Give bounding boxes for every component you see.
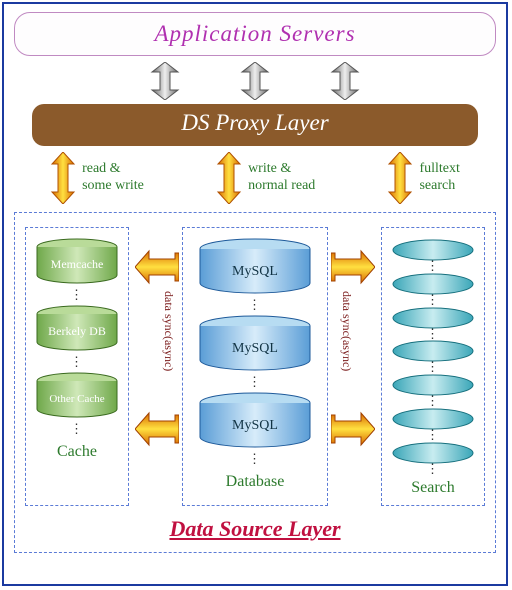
dots-icon: ⋮ — [248, 298, 262, 311]
dots-icon: ⋮ — [70, 288, 84, 301]
search-title: Search — [411, 479, 455, 497]
cylinder-icon: MySQL — [195, 238, 315, 294]
bidir-arrow-gray-icon — [330, 62, 360, 100]
bidir-arrow-orange-icon — [216, 152, 242, 204]
cylinder-icon: Berkely DB — [34, 305, 120, 351]
flow-mid-label: write &normal read — [248, 161, 315, 195]
application-servers-box: Application Servers — [14, 12, 496, 56]
data-source-layer-box: Memcache ⋮ Berkely DB ⋮ Other Cache ⋮ Ca… — [14, 212, 496, 553]
cylinder-icon: Other Cache — [34, 372, 120, 418]
dots-icon: ⋮ — [70, 355, 84, 368]
dots-icon: ⋮ — [426, 431, 440, 439]
bidir-arrow-gray-icon — [150, 62, 180, 100]
cylinder-icon: Memcache — [34, 238, 120, 284]
application-servers-title: Application Servers — [15, 21, 495, 47]
flow-right-label: fulltextsearch — [419, 161, 459, 195]
flow-left: read &some write — [50, 150, 144, 206]
search-stack: ⋮ ⋮ ⋮ ⋮ ⋮ ⋮ ⋮ — [390, 238, 476, 475]
dots-icon: ⋮ — [426, 397, 440, 405]
dots-icon: ⋮ — [426, 465, 440, 473]
data-source-layer-title: Data Source Layer — [25, 516, 485, 542]
cache-column: Memcache ⋮ Berkely DB ⋮ Other Cache ⋮ Ca… — [25, 227, 129, 506]
cylinder-icon: MySQL — [195, 392, 315, 448]
flow-left-label: read &some write — [82, 161, 144, 195]
dots-icon: ⋮ — [248, 375, 262, 388]
cache-title: Cache — [57, 443, 97, 461]
bidir-arrow-gray-icon — [240, 62, 270, 100]
flow-mid: write &normal read — [216, 150, 315, 206]
sync-right-label: data sync(async) — [339, 291, 354, 371]
bidir-arrow-orange-icon — [387, 152, 413, 204]
flow-right: fulltextsearch — [387, 150, 459, 206]
cylinder-icon: MySQL — [195, 315, 315, 371]
svg-text:MySQL: MySQL — [232, 341, 278, 356]
dots-icon: ⋮ — [426, 262, 440, 270]
diagram-frame: Application Servers DS Proxy Layer read … — [2, 2, 508, 586]
database-stack: MySQL ⋮ MySQL ⋮ MySQL ⋮ — [195, 238, 315, 469]
dots-icon: ⋮ — [426, 363, 440, 371]
ds-proxy-layer-box: DS Proxy Layer — [32, 104, 478, 146]
database-column: MySQL ⋮ MySQL ⋮ MySQL ⋮ Database — [182, 227, 328, 506]
cache-stack: Memcache ⋮ Berkely DB ⋮ Other Cache ⋮ — [34, 238, 120, 439]
dots-icon: ⋮ — [70, 422, 84, 435]
svg-text:Other Cache: Other Cache — [49, 393, 104, 405]
svg-text:Berkely DB: Berkely DB — [48, 324, 106, 338]
dots-icon: ⋮ — [426, 330, 440, 338]
search-column: ⋮ ⋮ ⋮ ⋮ ⋮ ⋮ ⋮ Search — [381, 227, 485, 506]
arrows-app-to-proxy — [14, 62, 496, 100]
arrows-proxy-to-data: read &some write write &normal read full… — [14, 150, 496, 206]
bidir-arrow-orange-icon — [50, 152, 76, 204]
dots-icon: ⋮ — [426, 296, 440, 304]
sync-left-label: data sync(async) — [161, 291, 176, 371]
database-title: Database — [226, 473, 285, 491]
svg-text:MySQL: MySQL — [232, 264, 278, 279]
svg-text:Memcache: Memcache — [51, 257, 104, 271]
svg-text:MySQL: MySQL — [232, 418, 278, 433]
ds-proxy-layer-title: DS Proxy Layer — [32, 110, 478, 136]
dots-icon: ⋮ — [248, 452, 262, 465]
